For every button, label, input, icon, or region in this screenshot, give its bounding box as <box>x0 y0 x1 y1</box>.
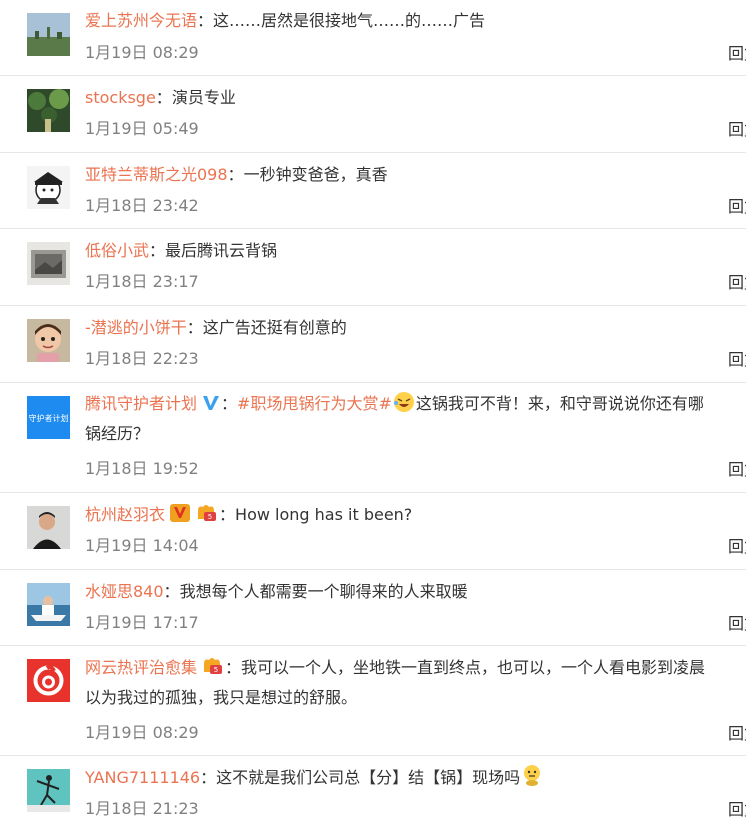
thinking-emoji-icon <box>520 763 544 797</box>
comment-username[interactable]: 亚特兰蒂斯之光098 <box>85 165 228 184</box>
colon: ： <box>219 505 236 524</box>
boat-avatar-icon[interactable] <box>27 583 70 626</box>
comment-username[interactable]: stocksge <box>85 88 156 107</box>
comment-item: 亚特兰蒂斯之光098：一秒钟变爸爸，真香 1月18日 23:42 回复 <box>0 153 746 229</box>
comment-username[interactable]: 网云热评治愈集 <box>85 658 197 677</box>
comment-time: 1月18日 19:52 <box>85 459 199 478</box>
blue-v-verified-icon <box>201 392 221 422</box>
comment-time: 1月18日 23:17 <box>85 272 199 291</box>
comment-text: 这广告还挺有创意的 <box>202 318 347 337</box>
colon: ： <box>221 394 238 413</box>
comment-text: 最后腾讯云背锅 <box>165 241 278 260</box>
reply-button[interactable]: 回复 <box>728 724 746 743</box>
comment-text: 一秒钟变爸爸，真香 <box>243 165 388 184</box>
dancer-avatar-icon[interactable] <box>27 769 70 812</box>
reply-button[interactable]: 回复 <box>728 800 746 819</box>
comment-item: 杭州赵羽衣 5 ：How long has it been? 1月19日 14:04… <box>0 493 746 570</box>
fan-badge-icon: 5 <box>201 656 225 686</box>
child-avatar-icon[interactable] <box>27 319 70 362</box>
comment-item: 低俗小武：最后腾讯云背锅 1月18日 23:17 回复 <box>0 229 746 306</box>
portrait-avatar-icon[interactable] <box>27 506 70 549</box>
orange-v-verified-icon <box>169 503 191 533</box>
comment-item: 水娅思840：我想每个人都需要一个聊得来的人来取暖 1月19日 17:17 回复 <box>0 570 746 646</box>
fan-badge-icon: 5 <box>195 503 219 533</box>
reply-button[interactable]: 回复 <box>728 273 746 292</box>
comment-text: 演员专业 <box>171 88 236 107</box>
shield-logo-avatar-icon[interactable]: 守护者计划 <box>27 396 70 439</box>
comment-username[interactable]: 腾讯守护者计划 <box>85 394 197 413</box>
reply-button[interactable]: 回复 <box>728 197 746 216</box>
comment-time: 1月19日 08:29 <box>85 723 199 742</box>
reply-button[interactable]: 回复 <box>728 537 746 556</box>
comment-time: 1月19日 17:17 <box>85 613 199 632</box>
comment-time: 1月19日 08:29 <box>85 43 199 62</box>
comment-username[interactable]: 爱上苏州今无语 <box>85 11 197 30</box>
reply-button[interactable]: 回复 <box>728 614 746 633</box>
colon: ： <box>163 582 180 601</box>
svg-text:守护者计划: 守护者计划 <box>29 413 69 423</box>
comment-text-continued: 锅经历？ <box>85 424 150 443</box>
topic-link[interactable]: #职场甩锅行为大赏# <box>237 394 392 413</box>
reply-button[interactable]: 回复 <box>728 350 746 369</box>
svg-text:5: 5 <box>214 666 218 674</box>
comment-username[interactable]: 低俗小武 <box>85 241 149 260</box>
cartoon-pilot-avatar-icon[interactable] <box>27 166 70 209</box>
colon: ： <box>186 318 203 337</box>
comment-text: 这不就是我们公司总【分】结【锅】现场吗 <box>216 768 521 787</box>
comment-time: 1月19日 05:49 <box>85 119 199 138</box>
sketch-avatar-icon[interactable] <box>27 242 70 285</box>
comment-text: How long has it been? <box>235 505 413 524</box>
colon: ： <box>227 165 244 184</box>
comment-item: YANG7111146：这不就是我们公司总【分】结【锅】现场吗 1月18日 21… <box>0 756 746 824</box>
comment-text-continued: 以为我过的孤独，我只是想过的舒服。 <box>85 688 358 707</box>
comment-username[interactable]: -潜逃的小饼干 <box>85 318 187 337</box>
comment-username[interactable]: YANG7111146 <box>85 768 200 787</box>
comment-item: -潜逃的小饼干：这广告还挺有创意的 1月18日 22:23 回复 <box>0 306 746 383</box>
comment-item: 网云热评治愈集 5 ：我可以一个人，坐地铁一直到终点，也可以，一个人看电影到凌晨 以… <box>0 646 746 756</box>
comment-text: 我可以一个人，坐地铁一直到终点，也可以，一个人看电影到凌晨 <box>241 658 706 677</box>
comment-list: 爱上苏州今无语：这……居然是很接地气……的……广告 1月19日 08:29 回复… <box>0 0 746 824</box>
comment-item: 爱上苏州今无语：这……居然是很接地气……的……广告 1月19日 08:29 回复 <box>0 0 746 76</box>
comment-time: 1月18日 22:23 <box>85 349 199 368</box>
comment-text: 这……居然是很接地气……的……广告 <box>213 11 486 30</box>
comment-time: 1月19日 14:04 <box>85 536 199 555</box>
reply-button[interactable]: 回复 <box>728 460 746 479</box>
comment-time: 1月18日 23:42 <box>85 196 199 215</box>
reply-button[interactable]: 回复 <box>728 44 746 63</box>
reply-button[interactable]: 回复 <box>728 120 746 139</box>
forest-avatar-icon[interactable] <box>27 89 70 132</box>
svg-text:5: 5 <box>208 513 212 521</box>
comment-time: 1月18日 21:23 <box>85 799 199 818</box>
colon: ： <box>200 768 217 787</box>
comment-username[interactable]: 水娅思840 <box>85 582 164 601</box>
comment-username[interactable]: 杭州赵羽衣 <box>85 505 165 524</box>
landscape-avatar-icon[interactable] <box>27 13 70 56</box>
colon: ： <box>197 11 214 30</box>
comment-item: 守护者计划 腾讯守护者计划 ：#职场甩锅行为大赏# 这锅我可不背！来，和守哥说说你还… <box>0 383 746 493</box>
colon: ： <box>149 241 166 260</box>
comment-text: 我想每个人都需要一个聊得来的人来取暖 <box>179 582 468 601</box>
netease-music-avatar-icon[interactable] <box>27 659 70 702</box>
colon: ： <box>155 88 172 107</box>
comment-text: 这锅我可不背！来，和守哥说说你还有哪 <box>415 394 704 413</box>
colon: ： <box>225 658 242 677</box>
comment-item: stocksge：演员专业 1月19日 05:49 回复 <box>0 76 746 153</box>
